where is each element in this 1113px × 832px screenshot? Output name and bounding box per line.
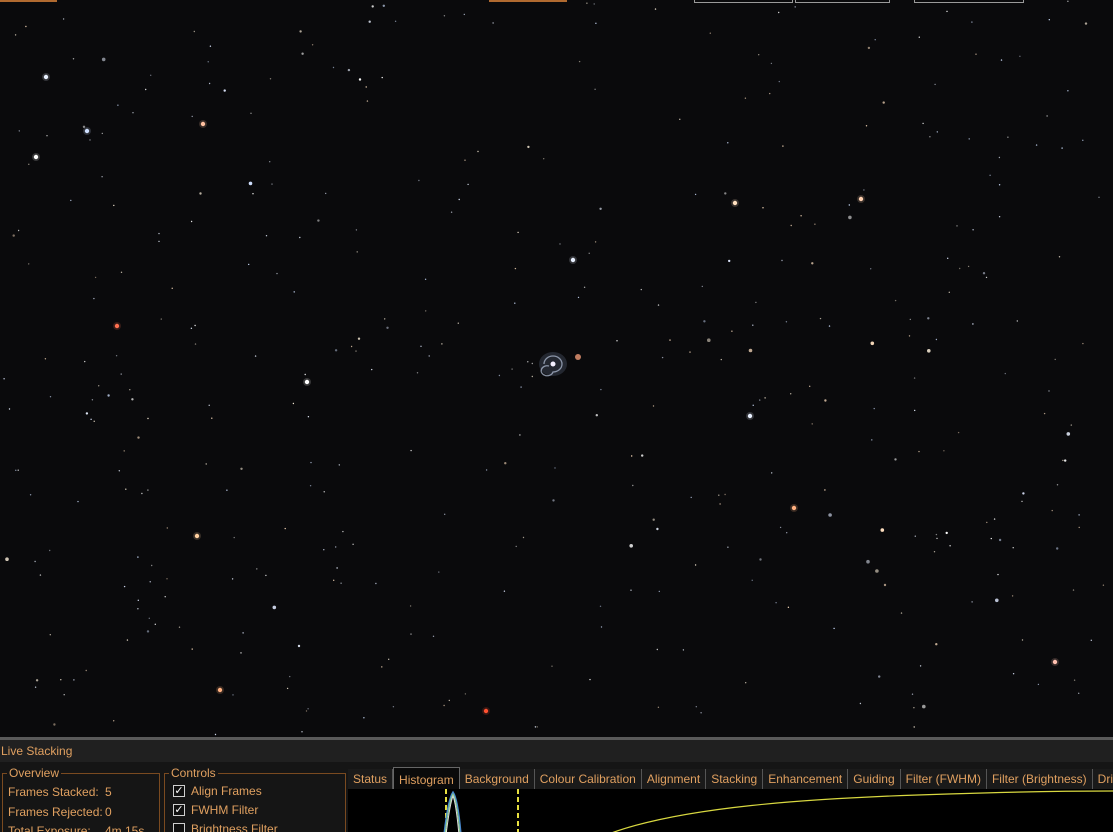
tab-status[interactable]: Status bbox=[348, 769, 394, 789]
checkbox-label: Align Frames bbox=[191, 784, 262, 798]
fwhm-filter-checkbox-row[interactable]: ✓ FWHM Filter bbox=[173, 803, 258, 817]
controls-group: Controls ✓ Align Frames ✓ FWHM Filter Br… bbox=[164, 765, 346, 832]
tab-guiding[interactable]: Guiding bbox=[848, 769, 901, 789]
overview-row-frames-stacked: Frames Stacked: 5 bbox=[8, 785, 112, 799]
tab-filter-brightness[interactable]: Filter (Brightness) bbox=[986, 769, 1093, 789]
tab-histogram[interactable]: Histogram bbox=[393, 767, 460, 789]
align-frames-checkbox-row[interactable]: ✓ Align Frames bbox=[173, 784, 262, 798]
toolbar-field[interactable] bbox=[914, 0, 1024, 3]
toolbar-field[interactable] bbox=[694, 0, 793, 3]
panel-tab-bar: Status Histogram Background Colour Calib… bbox=[348, 767, 1113, 789]
overview-legend: Overview bbox=[7, 765, 62, 781]
tab-colour-calibration[interactable]: Colour Calibration bbox=[534, 769, 642, 789]
starfield-canvas bbox=[3, 0, 1105, 736]
overview-value: 0 bbox=[105, 805, 112, 819]
tab-enhancement[interactable]: Enhancement bbox=[763, 769, 849, 789]
toolbar-field[interactable] bbox=[795, 0, 890, 3]
overview-row-frames-rejected: Frames Rejected: 0 bbox=[8, 805, 112, 819]
overview-group: Overview Frames Stacked: 5 Frames Reject… bbox=[2, 765, 160, 832]
histogram-stretch-curve bbox=[612, 790, 1113, 832]
tab-filter-fwhm[interactable]: Filter (FWHM) bbox=[900, 769, 987, 789]
checkbox-fwhm-filter[interactable]: ✓ bbox=[173, 804, 185, 816]
checkbox-label: Brightness Filter bbox=[191, 822, 278, 832]
checkbox-label: FWHM Filter bbox=[191, 803, 259, 817]
top-tab-indicator bbox=[0, 0, 57, 2]
tab-alignment[interactable]: Alignment bbox=[641, 769, 707, 789]
tab-background[interactable]: Background bbox=[459, 769, 535, 789]
tab-dri[interactable]: Dri bbox=[1092, 769, 1113, 789]
live-stacking-panel: Live Stacking Overview Frames Stacked: 5… bbox=[0, 737, 1113, 832]
brightness-filter-checkbox-row[interactable]: Brightness Filter bbox=[173, 822, 278, 832]
stacked-image-viewer[interactable] bbox=[0, 0, 1113, 737]
histogram-plot[interactable] bbox=[348, 789, 1113, 832]
overview-label: Total Exposure: bbox=[8, 824, 91, 832]
overview-label: Frames Rejected: bbox=[8, 805, 103, 819]
controls-legend: Controls bbox=[169, 765, 218, 781]
checkbox-align-frames[interactable]: ✓ bbox=[173, 785, 185, 797]
tab-stacking[interactable]: Stacking bbox=[706, 769, 764, 789]
overview-row-total-exposure: Total Exposure: 4m 15s bbox=[8, 824, 144, 832]
panel-title: Live Stacking bbox=[0, 740, 1113, 762]
checkbox-brightness-filter[interactable] bbox=[173, 823, 185, 832]
top-tab-indicator bbox=[489, 0, 567, 2]
overview-value: 4m 15s bbox=[105, 824, 145, 832]
overview-label: Frames Stacked: bbox=[8, 785, 99, 799]
overview-value: 5 bbox=[105, 785, 112, 799]
